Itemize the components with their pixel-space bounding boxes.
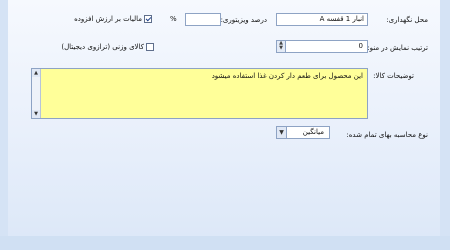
chevron-down-icon[interactable]: ▼ [277, 127, 287, 138]
cost-method-label: نوع محاسبه بهای تمام شده: [346, 131, 428, 139]
cost-method-dropdown[interactable]: ▼ میانگین [276, 126, 330, 139]
special-percent-field[interactable] [185, 13, 221, 26]
storage-field[interactable]: انبار 1 قفسه A [276, 13, 368, 26]
display-order-spinner[interactable]: ▲ ▼ 0 [276, 40, 368, 53]
spin-arrows-icon[interactable]: ▲ ▼ [277, 41, 286, 52]
display-order-value: 0 [358, 42, 363, 50]
weighted-label: کالای وزنی (ترازوی دیجیتال) [61, 43, 144, 51]
special-percent-label: درصد ویزیتوری: [220, 16, 267, 24]
description-label: توضیحات کالا: [373, 72, 414, 80]
storage-label: محل نگهداری: [386, 16, 428, 24]
vat-label: مالیات بر ارزش افزوده [74, 15, 142, 23]
bottom-strip [0, 236, 450, 250]
weighted-checkbox[interactable] [146, 43, 154, 51]
cost-method-value: میانگین [302, 128, 324, 136]
scroll-up-icon[interactable]: ▲ [32, 69, 40, 77]
display-order-label: ترتیب نمایش در منو: [367, 44, 428, 52]
percent-symbol: % [170, 15, 177, 23]
memo-scrollbar[interactable]: ▲ ▼ [32, 69, 41, 118]
description-text: این محصول برای طعم دار کردن غذا استفاده … [211, 72, 363, 80]
product-details-panel: محل نگهداری: انبار 1 قفسه A درصد ویزیتور… [8, 0, 440, 237]
vat-checkbox[interactable] [144, 15, 152, 23]
scroll-down-icon[interactable]: ▼ [32, 110, 40, 118]
description-memo[interactable]: ▲ ▼ این محصول برای طعم دار کردن غذا استف… [31, 68, 368, 119]
